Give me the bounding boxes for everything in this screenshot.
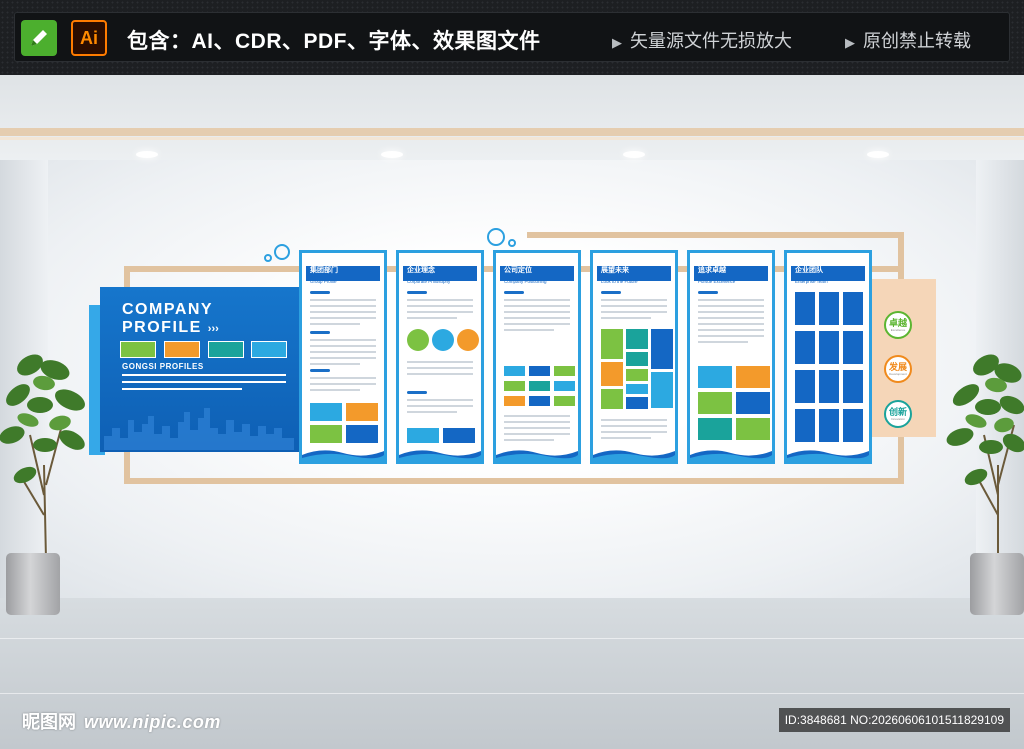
panel-enterprise-team: 企业团队 Enterprise Team [784,250,872,464]
ring-decoration [274,244,290,260]
section-bar [407,391,427,394]
company-subtitle: GONGSI PROFILES [122,362,204,371]
circle-graphic [457,329,479,351]
panel-subtitle: Enterprise Team [795,279,828,284]
team-photo [819,370,839,403]
image-block [407,428,439,443]
wave-decoration [496,450,578,461]
file-contents-title: 包含：AI、CDR、PDF、字体、效果图文件 [127,30,541,53]
section-bar [504,291,524,294]
wave-decoration [593,450,675,461]
ceiling-trim [0,128,1024,136]
copyright-note: ▶ 原创禁止转载 [845,31,971,51]
badge-excellence: 卓越 Excellence [884,311,912,339]
potted-plant-left [0,354,85,560]
image-block [346,425,378,443]
floor-seam [0,693,1024,694]
wave-decoration [399,450,481,461]
team-photo [795,370,815,403]
panel-subtitle: Pursue Excellence [698,279,736,284]
image-block [443,428,475,443]
wave-decoration [690,450,772,461]
team-photo [843,292,863,325]
ring-decoration [264,254,272,262]
wave-decoration [787,450,869,461]
image-block [310,425,342,443]
team-photo [843,409,863,442]
vector-note: ▶ 矢量源文件无损放大 [612,31,792,51]
image-block [310,403,342,421]
ceiling-light [381,151,403,158]
team-photo [819,409,839,442]
play-arrow-icon: ▶ [845,35,855,50]
team-photo [843,331,863,364]
section-bar [698,291,718,294]
swatch-teal [208,341,244,358]
plant-pot-right [970,553,1024,615]
text-line [122,388,242,390]
potted-plant-right [946,354,1024,560]
wood-frame-bottom [124,478,904,484]
panel-subtitle: Company Positioning [504,279,547,284]
panel-company-positioning: 公司定位 Company Positioning [493,250,581,464]
floor-seam [0,638,1024,639]
pencil-icon [21,20,57,56]
plant-pot-left [6,553,60,615]
ceiling-light [136,151,158,158]
chevrons-icon: ››› [207,323,219,335]
badge-development: 发展 Development [884,355,912,383]
city-skyline [104,408,294,450]
swatch-green [120,341,156,358]
nipic-url: www.nipic.com [84,712,221,732]
team-photo [795,292,815,325]
swatch-blue [251,341,287,358]
section-bar [310,291,330,294]
ceiling-light [867,151,889,158]
panel-subtitle: Corporate Philosophy [407,279,451,284]
panel-subtitle: Look to the Future [601,279,638,284]
company-profile-title: COMPANY PROFILE ››› [122,301,219,336]
panel-look-to-the-future: 展望未来 Look to the Future [590,250,678,464]
section-bar [407,291,427,294]
swatch-orange [164,341,200,358]
section-bar [310,369,330,372]
top-banner: Ai 包含：AI、CDR、PDF、字体、效果图文件 ▶ 矢量源文件无损放大 ▶ 原创… [0,0,1024,75]
panel-pursue-excellence: 追求卓越 Pursue Excellence [687,250,775,464]
banner-bar: Ai 包含：AI、CDR、PDF、字体、效果图文件 ▶ 矢量源文件无损放大 ▶ 原创… [14,12,1010,62]
wave-decoration [302,450,384,461]
ceiling-trim-light [0,137,1024,140]
panel-subtitle: Group Profile [310,279,337,284]
circle-graphic [432,329,454,351]
ring-decoration [487,228,505,246]
ring-decoration [508,239,516,247]
image-block [346,403,378,421]
panel-group-profile: 集团部门 Group Profile [299,250,387,464]
team-photo [843,370,863,403]
circle-graphic [407,329,429,351]
text-line [122,374,286,376]
team-photo [795,331,815,364]
team-photo [819,331,839,364]
wood-frame-upper [527,232,904,238]
team-photo [819,292,839,325]
play-arrow-icon: ▶ [612,35,622,50]
team-photo [795,409,815,442]
section-bar [310,331,330,334]
panel-corporate-philosophy: 企业理念 Corporate Philosophy [396,250,484,464]
ceiling-light [623,151,645,158]
badge-innovation: 创新 Innovation [884,400,912,428]
text-line [122,381,286,383]
illustrator-icon: Ai [71,20,107,56]
nipic-watermark: 昵图网 www.nipic.com [22,712,221,732]
section-bar [601,291,621,294]
image-id-label: ID:3848681 NO:20260606101511829109 [778,708,1010,732]
